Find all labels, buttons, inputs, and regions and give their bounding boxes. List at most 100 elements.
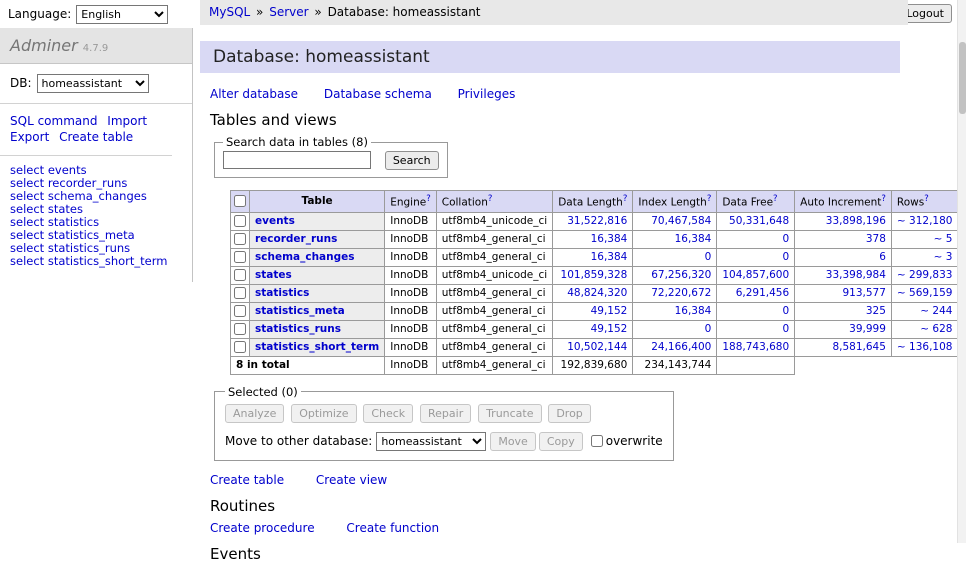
auto-increment-link[interactable]: 325 (866, 305, 886, 317)
auto-increment-link[interactable]: 913,577 (843, 287, 886, 299)
auto-increment-link[interactable]: 39,999 (849, 323, 886, 335)
auto-increment-link[interactable]: 33,398,984 (826, 269, 886, 281)
table-operation-button[interactable]: Repair (420, 404, 471, 423)
rows-count-link[interactable]: ~ 3 (934, 251, 953, 263)
table-name-link[interactable]: statistics_meta (255, 305, 345, 317)
column-help-link[interactable]: ? (488, 194, 493, 204)
data-length-link[interactable]: 16,384 (591, 251, 628, 263)
data-free-link[interactable]: 188,743,680 (722, 341, 789, 353)
table-operation-button[interactable]: Drop (548, 404, 590, 423)
column-help-link[interactable]: ? (707, 194, 712, 204)
data-length-link[interactable]: 101,859,328 (561, 269, 628, 281)
search-input[interactable] (223, 151, 371, 169)
copy-button[interactable]: Copy (539, 432, 583, 451)
table-row: states InnoDB utf8mb4_unicode_ci 101,859… (231, 266, 966, 284)
sidebar-action-link[interactable]: SQL command (10, 114, 97, 128)
sidebar-action-link[interactable]: Import (107, 114, 147, 128)
table-operation-button[interactable]: Truncate (478, 404, 541, 423)
tables-overview-table: Table Engine? Collation? Data Length? In… (230, 190, 966, 375)
data-free-link[interactable]: 50,331,648 (729, 215, 789, 227)
create-link[interactable]: Create view (316, 473, 387, 487)
row-checkbox[interactable] (234, 215, 246, 227)
rows-count-link[interactable]: ~ 5 (934, 233, 953, 245)
data-free-link[interactable]: 6,291,456 (736, 287, 789, 299)
table-name-link[interactable]: statistics_short_term (255, 341, 379, 353)
auto-increment-link[interactable]: 8,581,645 (832, 341, 885, 353)
table-name-link[interactable]: statistics (255, 287, 309, 299)
row-checkbox[interactable] (234, 251, 246, 263)
routine-link[interactable]: Create function (346, 521, 439, 535)
index-length-link[interactable]: 0 (705, 251, 712, 263)
data-length-link[interactable]: 48,824,320 (567, 287, 627, 299)
row-checkbox[interactable] (234, 341, 246, 353)
move-button[interactable]: Move (490, 432, 536, 451)
db-action-link[interactable]: Privileges (458, 87, 516, 101)
rows-count-link[interactable]: ~ 628 (920, 323, 952, 335)
data-length-link[interactable]: 16,384 (591, 233, 628, 245)
breadcrumb-link-mysql[interactable]: MySQL (209, 5, 250, 19)
data-free-link[interactable]: 0 (782, 305, 789, 317)
index-length-link[interactable]: 16,384 (675, 233, 712, 245)
column-help-link[interactable]: ? (881, 194, 886, 204)
table-name-link[interactable]: recorder_runs (255, 233, 337, 245)
column-help-link[interactable]: ? (623, 194, 628, 204)
data-free-link[interactable]: 0 (782, 233, 789, 245)
row-checkbox[interactable] (234, 287, 246, 299)
table-operation-button[interactable]: Analyze (225, 404, 284, 423)
table-name-link[interactable]: states (255, 269, 292, 281)
row-checkbox[interactable] (234, 323, 246, 335)
rows-count-link[interactable]: ~ 569,159 (897, 287, 953, 299)
create-link[interactable]: Create table (210, 473, 284, 487)
index-length-link[interactable]: 16,384 (675, 305, 712, 317)
data-free-link[interactable]: 104,857,600 (722, 269, 789, 281)
select-all-checkbox[interactable] (234, 195, 246, 207)
index-length-link[interactable]: 70,467,584 (651, 215, 711, 227)
search-button[interactable]: Search (385, 151, 439, 170)
index-length-link[interactable]: 72,220,672 (651, 287, 711, 299)
index-length-link[interactable]: 67,256,320 (651, 269, 711, 281)
table-name-link[interactable]: events (255, 215, 295, 227)
language-select[interactable]: English (76, 5, 168, 24)
table-name-link[interactable]: statistics_runs (255, 323, 341, 335)
auto-increment-link[interactable]: 33,898,196 (826, 215, 886, 227)
table-name-link[interactable]: schema_changes (255, 251, 355, 263)
rows-count-link[interactable]: ~ 299,833 (897, 269, 953, 281)
data-free-link[interactable]: 0 (782, 323, 789, 335)
db-action-link[interactable]: Database schema (324, 87, 432, 101)
auto-increment-link[interactable]: 378 (866, 233, 886, 245)
create-links-row: Create table Create view (210, 473, 908, 487)
row-checkbox[interactable] (234, 269, 246, 281)
table-operation-button[interactable]: Optimize (291, 404, 356, 423)
sidebar-table-link[interactable]: select statistics_short_term (10, 255, 182, 268)
table-row: schema_changes InnoDB utf8mb4_general_ci… (231, 248, 966, 266)
row-checkbox[interactable] (234, 233, 246, 245)
table-operation-button[interactable]: Check (363, 404, 413, 423)
vertical-scrollbar[interactable] (957, 0, 966, 543)
sidebar-action-link[interactable]: Export (10, 130, 49, 144)
db-select[interactable]: homeassistant (37, 74, 149, 93)
auto-increment-link[interactable]: 6 (879, 251, 886, 263)
data-length-link[interactable]: 49,152 (591, 323, 628, 335)
rows-count-link[interactable]: ~ 136,108 (897, 341, 953, 353)
row-checkbox[interactable] (234, 305, 246, 317)
move-db-select[interactable]: homeassistant (376, 432, 486, 451)
overwrite-checkbox[interactable] (591, 435, 603, 447)
routine-link[interactable]: Create procedure (210, 521, 315, 535)
rows-count-link[interactable]: ~ 312,180 (897, 215, 953, 227)
data-length-link[interactable]: 31,522,816 (567, 215, 627, 227)
app-logo-link[interactable]: Adminer (10, 36, 78, 55)
breadcrumb-link-server[interactable]: Server (269, 5, 308, 19)
column-help-link[interactable]: ? (924, 194, 929, 204)
db-action-link[interactable]: Alter database (210, 87, 298, 101)
rows-count-link[interactable]: ~ 244 (920, 305, 952, 317)
data-length-link[interactable]: 10,502,144 (567, 341, 627, 353)
data-length-link[interactable]: 49,152 (591, 305, 628, 317)
index-length-link[interactable]: 0 (705, 323, 712, 335)
scrollbar-thumb[interactable] (959, 42, 966, 114)
sidebar-action-link[interactable]: Create table (59, 130, 133, 144)
column-help-link[interactable]: ? (426, 194, 431, 204)
data-free-link[interactable]: 0 (782, 251, 789, 263)
selected-fieldset: Selected (0) Analyze Optimize Check Repa… (214, 385, 674, 461)
index-length-link[interactable]: 24,166,400 (651, 341, 711, 353)
column-help-link[interactable]: ? (773, 194, 778, 204)
